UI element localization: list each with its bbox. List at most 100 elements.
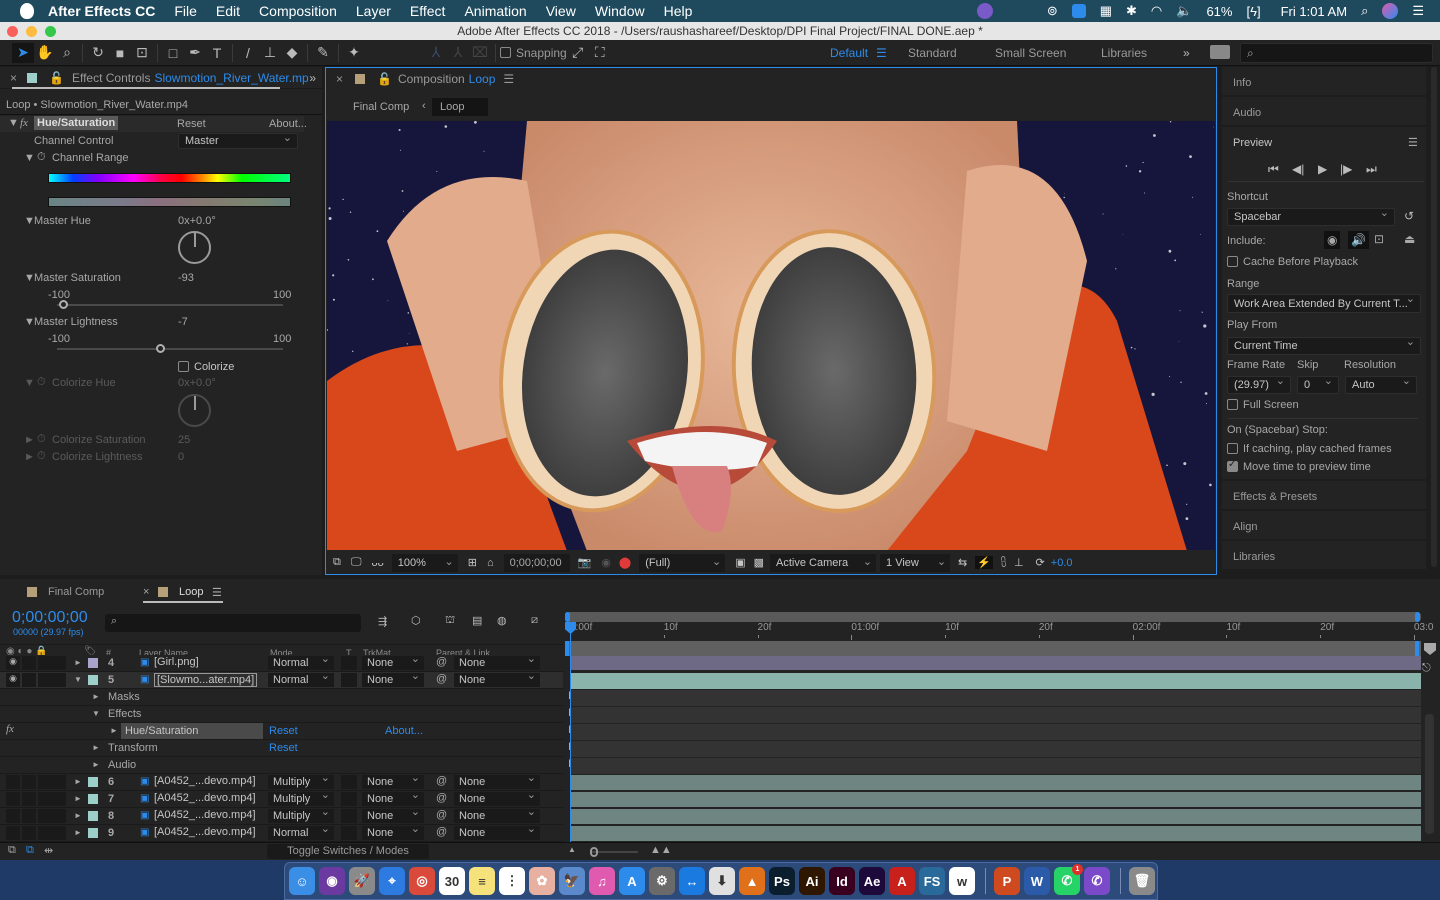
dock-reminders-icon[interactable]: ⋮ — [499, 867, 525, 895]
menu-help[interactable]: Help — [664, 3, 693, 19]
previous-frame-icon[interactable]: ◀| — [1292, 162, 1304, 176]
pick-whip-icon[interactable]: @ — [436, 673, 447, 685]
expand-colorize-lightness-icon[interactable]: ► — [24, 451, 35, 463]
parent-dropdown[interactable]: None — [454, 822, 540, 840]
zoom-tool-icon[interactable]: ⌕ — [56, 43, 78, 63]
timeline-tab-loop[interactable]: Loop — [179, 586, 203, 598]
dock-indesign-icon[interactable]: Id — [829, 867, 855, 895]
align-panel-header[interactable]: Align — [1222, 511, 1426, 539]
effect-controls-layer-name[interactable]: Slowmotion_River_Water.mp — [154, 71, 308, 85]
current-time-indicator[interactable] — [570, 624, 571, 842]
layer-row[interactable]: ► 7 ▣ [A0452_...devo.mp4] Multiply None @ None — [0, 788, 563, 808]
solo-toggle[interactable] — [38, 673, 52, 687]
expand-colorize-saturation-icon[interactable]: ► — [24, 434, 35, 446]
colorize-saturation-stopwatch-icon[interactable]: ⏱ — [37, 433, 46, 446]
menu-composition[interactable]: Composition — [259, 3, 337, 19]
transfer-controls-pane-icon[interactable]: ⧉ — [26, 844, 34, 857]
dock-system-preferences-icon[interactable]: ⚙ — [649, 867, 675, 895]
timeline-effect-name[interactable]: Hue/Saturation — [121, 723, 263, 739]
layer-mode-dropdown[interactable]: Multiply — [268, 788, 334, 806]
show-snapshot-icon[interactable]: ◉ — [601, 556, 611, 569]
dock-word-icon[interactable]: W — [1023, 867, 1050, 895]
effect-fx-icon[interactable]: fx — [6, 723, 14, 735]
comp-lock-icon[interactable]: 🔓 — [377, 72, 392, 86]
snap-edges-icon[interactable]: ⤢ — [567, 43, 589, 63]
layer-row[interactable]: ◉ ▼ 5 ▣ [Slowmo...ater.mp4] Normal None @ None — [0, 669, 563, 689]
dock-safari-icon[interactable]: ⌖ — [379, 867, 405, 895]
trkmat-dropdown[interactable]: None — [362, 788, 424, 806]
preserve-transparency-toggle[interactable] — [341, 775, 357, 789]
visibility-toggle-icon[interactable] — [6, 792, 20, 806]
solo-toggle[interactable] — [38, 826, 52, 840]
parent-dropdown[interactable]: None — [454, 788, 540, 806]
audio-toggle[interactable] — [22, 775, 36, 789]
effects-presets-panel-header[interactable]: Effects & Presets — [1222, 481, 1426, 509]
notification-center-icon[interactable]: ☰ — [1412, 3, 1424, 19]
dock-photoshop-icon[interactable]: Ps — [769, 867, 795, 895]
bluetooth-icon[interactable]: ✱ — [1126, 3, 1137, 19]
layer-switches-pane-icon[interactable]: ⧉ — [8, 844, 16, 857]
include-video-icon[interactable]: ◉ — [1324, 231, 1341, 249]
dock-webex-icon[interactable]: w — [949, 867, 975, 895]
trkmat-dropdown[interactable]: None — [362, 669, 424, 687]
dock-siri-icon[interactable]: ◉ — [319, 867, 345, 895]
channel-control-dropdown[interactable]: Master — [178, 131, 298, 149]
menu-layer[interactable]: Layer — [356, 3, 391, 19]
transform-row[interactable]: ► Transform Reset — [0, 740, 563, 757]
comp-mini-flowchart-icon[interactable]: ⇶ — [378, 615, 387, 628]
channel-icon[interactable]: ⬤ — [619, 556, 631, 569]
camera-tool-icon[interactable]: ■ — [109, 43, 131, 63]
clock[interactable]: Fri 1:01 AM — [1281, 4, 1347, 19]
masks-row[interactable]: ► Masks — [0, 689, 563, 706]
clone-stamp-tool-icon[interactable]: ⊥ — [259, 43, 281, 63]
dock-viber-icon[interactable]: ✆ — [1083, 867, 1110, 895]
selection-tool-icon[interactable]: ➤ — [12, 42, 34, 63]
layer-name[interactable]: [Slowmo...ater.mp4] — [154, 673, 258, 687]
audio-toggle[interactable] — [22, 826, 36, 840]
battery-percent[interactable]: 61% — [1206, 4, 1232, 19]
close-comp-tab-icon[interactable]: × — [336, 72, 343, 86]
dock-preview-icon[interactable]: 🦅 — [559, 867, 585, 895]
transparency-grid-icon[interactable]: ▩ — [754, 556, 764, 569]
master-saturation-value[interactable]: -93 — [178, 272, 194, 284]
dock-calendar-icon[interactable]: 30 — [439, 867, 465, 895]
timeline-tab-final-comp[interactable]: Final Comp — [48, 586, 104, 598]
menu-app-name[interactable]: After Effects CC — [48, 3, 155, 19]
work-area-bar[interactable] — [565, 641, 1421, 656]
layer-9-duration-bar[interactable] — [571, 826, 1421, 841]
include-overlays-icon[interactable]: ⊡ — [1374, 232, 1384, 246]
trkmat-dropdown[interactable]: None — [362, 822, 424, 840]
timeline-scrollbar[interactable] — [1425, 714, 1434, 834]
trkmat-dropdown[interactable]: None — [362, 771, 424, 789]
expand-layer-icon[interactable]: ► — [74, 811, 82, 820]
visibility-toggle-icon[interactable]: ◉ — [6, 673, 20, 687]
layer-label-color[interactable] — [88, 777, 98, 787]
dock-finder-icon[interactable]: ☺ — [289, 867, 315, 895]
creative-cloud-icon[interactable]: ⊚ — [1047, 3, 1058, 19]
graph-editor-icon[interactable]: ⧄ — [531, 614, 538, 627]
timeline-search-input[interactable]: ⌕ — [105, 614, 361, 632]
effect-reset-button[interactable]: Reset — [177, 118, 206, 130]
snapping-checkbox[interactable] — [500, 47, 511, 58]
channel-range-output-bar[interactable] — [48, 197, 291, 207]
master-lightness-slider[interactable] — [57, 348, 283, 350]
stopwatch-icon[interactable]: ⏱ — [37, 151, 46, 164]
dock-photos-icon[interactable]: ✿ — [529, 867, 555, 895]
view-layout-dropdown[interactable]: 1 View ⌄ — [880, 553, 951, 572]
more-workspaces-icon[interactable]: » — [1183, 46, 1190, 60]
frame-rate-dropdown[interactable]: (29.97) — [1227, 374, 1291, 394]
menu-file[interactable]: File — [174, 3, 197, 19]
visibility-toggle-icon[interactable] — [6, 809, 20, 823]
expand-layer-icon[interactable]: ► — [74, 794, 82, 803]
local-axis-icon[interactable]: ⅄ — [425, 43, 447, 63]
audio-toggle[interactable] — [22, 673, 36, 687]
workspace-standard[interactable]: Standard — [908, 46, 957, 60]
preserve-transparency-toggle[interactable] — [341, 673, 357, 687]
snap-features-icon[interactable]: ⛶ — [589, 43, 611, 63]
colorize-checkbox[interactable] — [178, 361, 189, 372]
colorize-lightness-stopwatch-icon[interactable]: ⏱ — [37, 450, 46, 463]
exposure-value[interactable]: +0.0 — [1051, 557, 1073, 569]
workspace-menu-icon[interactable]: ☰ — [876, 46, 887, 60]
parent-dropdown[interactable]: None — [454, 652, 540, 670]
layer-row[interactable]: ► 8 ▣ [A0452_...devo.mp4] Multiply None @ None — [0, 805, 563, 825]
